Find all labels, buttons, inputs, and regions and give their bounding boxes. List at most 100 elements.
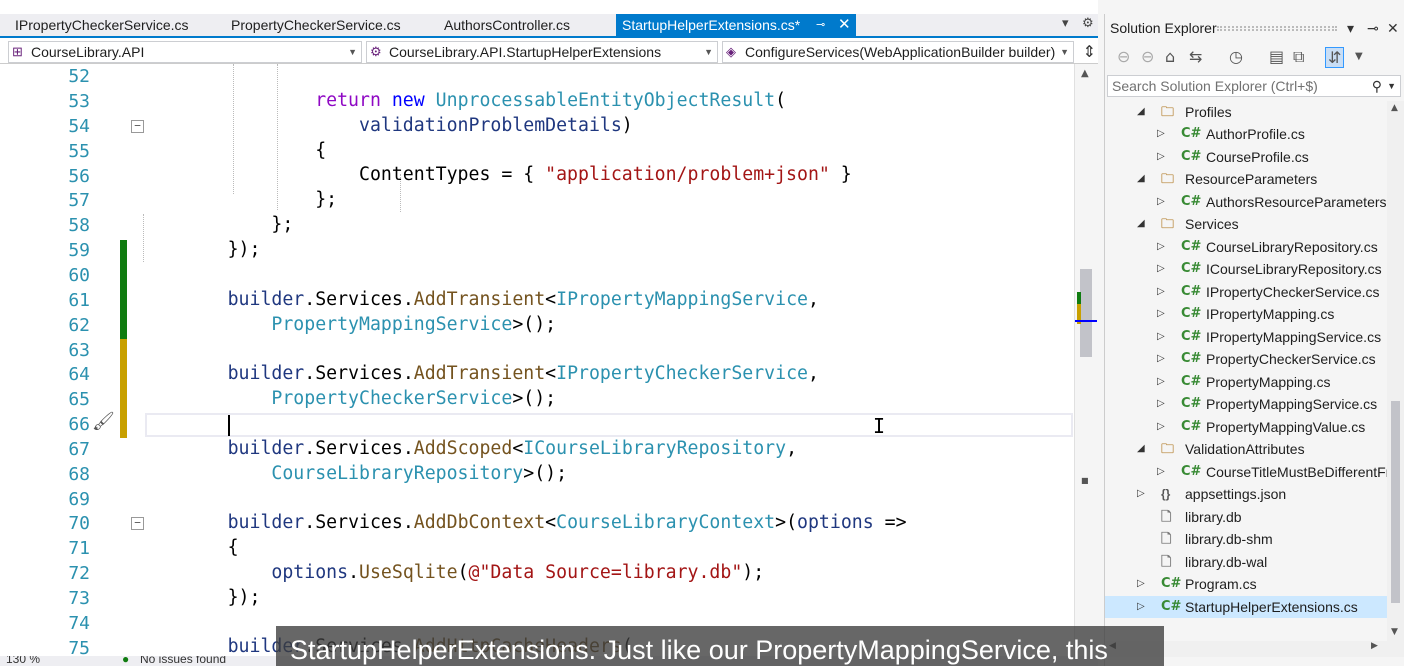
expanded-icon[interactable]: ◢ [1137, 101, 1145, 123]
collapsed-icon[interactable]: ▷ [1157, 191, 1165, 213]
tree-item-label: CourseLibraryRepository.cs [1206, 239, 1378, 255]
csharp-icon: C# [1181, 396, 1202, 411]
code-line: validationProblemDetails) [359, 115, 633, 136]
chevron-down-icon[interactable]: ▾ [1347, 14, 1354, 42]
tree-file[interactable]: ▷ C# AuthorProfile.cs [1105, 123, 1387, 145]
tab-authorscontroller[interactable]: AuthorsController.cs [444, 14, 570, 36]
close-icon[interactable]: ✕ [1387, 14, 1399, 42]
collapsed-icon[interactable]: ▷ [1137, 596, 1145, 618]
tree-file[interactable]: ▷ C# Program.cs [1105, 573, 1387, 595]
expanded-icon[interactable]: ◢ [1137, 213, 1145, 235]
forward-icon[interactable]: ⊖ [1141, 47, 1154, 66]
tree-folder-services[interactable]: ◢ 🗀 Services [1105, 213, 1387, 235]
split-window-icon[interactable]: ⇕ [1083, 42, 1096, 61]
scrollbar-thumb[interactable] [1391, 401, 1400, 603]
chevron-down-icon: ▼ [704, 47, 713, 57]
collapsed-icon[interactable]: ▷ [1157, 348, 1165, 370]
pin-icon[interactable]: ⊸ [1367, 14, 1379, 42]
tree-file-selected[interactable]: ▷ C# StartupHelperExtensions.cs [1105, 596, 1387, 618]
collapsed-icon[interactable]: ▷ [1137, 483, 1145, 505]
collapsed-icon[interactable]: ▷ [1157, 326, 1165, 348]
collapsed-icon[interactable]: ▷ [1157, 281, 1165, 303]
home-icon[interactable]: ⌂ [1165, 47, 1175, 66]
tree-file[interactable]: 🗋 library.db-shm [1105, 528, 1387, 550]
scroll-up-icon[interactable]: ▲ [1391, 103, 1398, 113]
collapsed-icon[interactable]: ▷ [1137, 573, 1145, 595]
close-icon[interactable]: ✕ [838, 14, 851, 36]
collapsed-icon[interactable]: ▷ [1157, 258, 1165, 280]
tree-item-label: PropertyCheckerService.cs [1206, 351, 1376, 367]
tree-file[interactable]: ▷ C# CourseTitleMustBeDifferentFrc [1105, 461, 1387, 483]
tree-file[interactable]: ▷ C# AuthorsResourceParameters.cs [1105, 191, 1387, 213]
tree-file[interactable]: ▷ C# CourseProfile.cs [1105, 146, 1387, 168]
collapsed-icon[interactable]: ▷ [1157, 393, 1165, 415]
collapsed-icon[interactable]: ▷ [1157, 416, 1165, 438]
collapsed-icon[interactable]: ▷ [1157, 461, 1165, 483]
scroll-down-icon[interactable]: ▼ [1391, 627, 1398, 637]
scroll-right-icon[interactable]: ▶ [1371, 641, 1378, 651]
expanded-icon[interactable]: ◢ [1137, 168, 1145, 190]
tree-file[interactable]: ▷ C# PropertyMappingValue.cs [1105, 416, 1387, 438]
tree-file[interactable]: ▷ C# IPropertyMappingService.cs [1105, 326, 1387, 348]
tab-propertycheckerservice[interactable]: PropertyCheckerService.cs [231, 14, 401, 36]
tree-file[interactable]: ▷ C# PropertyCheckerService.cs [1105, 348, 1387, 370]
scrollbar-thumb[interactable] [1080, 269, 1092, 357]
tree-item-label: PropertyMapping.cs [1206, 374, 1331, 390]
member-dropdown[interactable]: ◈ ConfigureServices(WebApplicationBuilde… [722, 41, 1074, 63]
pin-icon[interactable]: ⊸ [816, 14, 825, 36]
csharp-icon: C# [1181, 306, 1202, 321]
tree-file[interactable]: 🗋 library.db [1105, 506, 1387, 528]
tree-item-label: AuthorProfile.cs [1206, 126, 1305, 142]
sync-with-document-icon[interactable]: ⇵ [1325, 47, 1345, 68]
tab-ipropertycheckerservice[interactable]: IPropertyCheckerService.cs [15, 14, 189, 36]
zoom-level[interactable]: 130 % [6, 656, 40, 666]
scroll-up-icon[interactable]: ▲ [1081, 68, 1089, 79]
tree-folder-validationattributes[interactable]: ◢ 🗀 ValidationAttributes [1105, 438, 1387, 460]
code-editor[interactable]: 52 53 54 55 56 57 58 59 60 61 62 63 64 6… [0, 64, 1074, 666]
tree-item-label: IPropertyMappingService.cs [1206, 329, 1382, 345]
gear-icon[interactable]: ⚙ [1082, 16, 1094, 31]
tab-startuphelperextensions[interactable]: StartupHelperExtensions.cs* ⊸ ✕ [616, 14, 856, 36]
tree-file[interactable]: 🗋 library.db-wal [1105, 551, 1387, 573]
tree-file[interactable]: ▷ C# PropertyMappingService.cs [1105, 393, 1387, 415]
collapsed-icon[interactable]: ▷ [1157, 123, 1165, 145]
collapsed-icon[interactable]: ▷ [1157, 146, 1165, 168]
type-dropdown[interactable]: ⚙ CourseLibrary.API.StartupHelperExtensi… [366, 41, 718, 63]
tree-file[interactable]: ▷ C# PropertyMapping.cs [1105, 371, 1387, 393]
switch-views-icon[interactable]: ⇆ [1189, 47, 1202, 66]
issues-status[interactable]: No issues found [140, 656, 226, 666]
splitter-icon[interactable]: ■ [1081, 476, 1089, 485]
code-line: builder.Services.AddTransient<IPropertyC… [227, 363, 819, 384]
tree-file[interactable]: ▷ {} appsettings.json [1105, 483, 1387, 505]
tree-folder-profiles[interactable]: ◢ 🗀 Profiles [1105, 101, 1387, 123]
paintbrush-icon[interactable]: 🖌 [92, 411, 115, 432]
back-icon[interactable]: ⊖ [1117, 47, 1130, 66]
project-dropdown[interactable]: ⊞ CourseLibrary.API ▼ [8, 41, 362, 63]
csharp-icon: C# [1181, 149, 1202, 164]
tree-folder-resourceparameters[interactable]: ◢ 🗀 ResourceParameters [1105, 168, 1387, 190]
csharp-icon: C# [1181, 419, 1202, 434]
solution-vertical-scrollbar[interactable]: ▲ ▼ [1387, 101, 1404, 641]
drag-grip[interactable] [1217, 26, 1337, 31]
solution-search-input[interactable]: Search Solution Explorer (Ctrl+$) ⚲ ▼ [1107, 75, 1401, 97]
chevron-down-icon[interactable]: ▼ [1387, 76, 1396, 96]
tree-file[interactable]: ▷ C# CourseLibraryRepository.cs [1105, 236, 1387, 258]
collapse-all-icon[interactable]: ▤ [1269, 47, 1284, 66]
tree-item-label: Profiles [1185, 104, 1232, 120]
tab-overflow-icon[interactable]: ▾ [1062, 16, 1069, 31]
collapsed-icon[interactable]: ▷ [1157, 303, 1165, 325]
tree-file[interactable]: ▷ C# IPropertyMapping.cs [1105, 303, 1387, 325]
expanded-icon[interactable]: ◢ [1137, 438, 1145, 460]
editor-vertical-scrollbar[interactable]: ▲ ■ [1074, 64, 1098, 666]
collapsed-icon[interactable]: ▷ [1157, 371, 1165, 393]
code-line: PropertyCheckerService>(); [271, 388, 557, 409]
show-all-files-icon[interactable]: ⧉ [1293, 47, 1304, 67]
search-icon[interactable]: ⚲ [1372, 76, 1382, 96]
tree-file[interactable]: ▷ C# IPropertyCheckerService.cs [1105, 281, 1387, 303]
pending-changes-icon[interactable]: ◷ [1229, 47, 1243, 66]
tree-file[interactable]: ▷ C# ICourseLibraryRepository.cs [1105, 258, 1387, 280]
collapsed-icon[interactable]: ▷ [1157, 236, 1165, 258]
chevron-down-icon[interactable]: ▼ [1355, 51, 1363, 62]
code-line: builder.Services.AddDbContext<CourseLibr… [227, 512, 907, 533]
solution-tree[interactable]: ◢ 🗀 Profiles ▷ C# AuthorProfile.cs ▷ C# … [1105, 101, 1387, 641]
